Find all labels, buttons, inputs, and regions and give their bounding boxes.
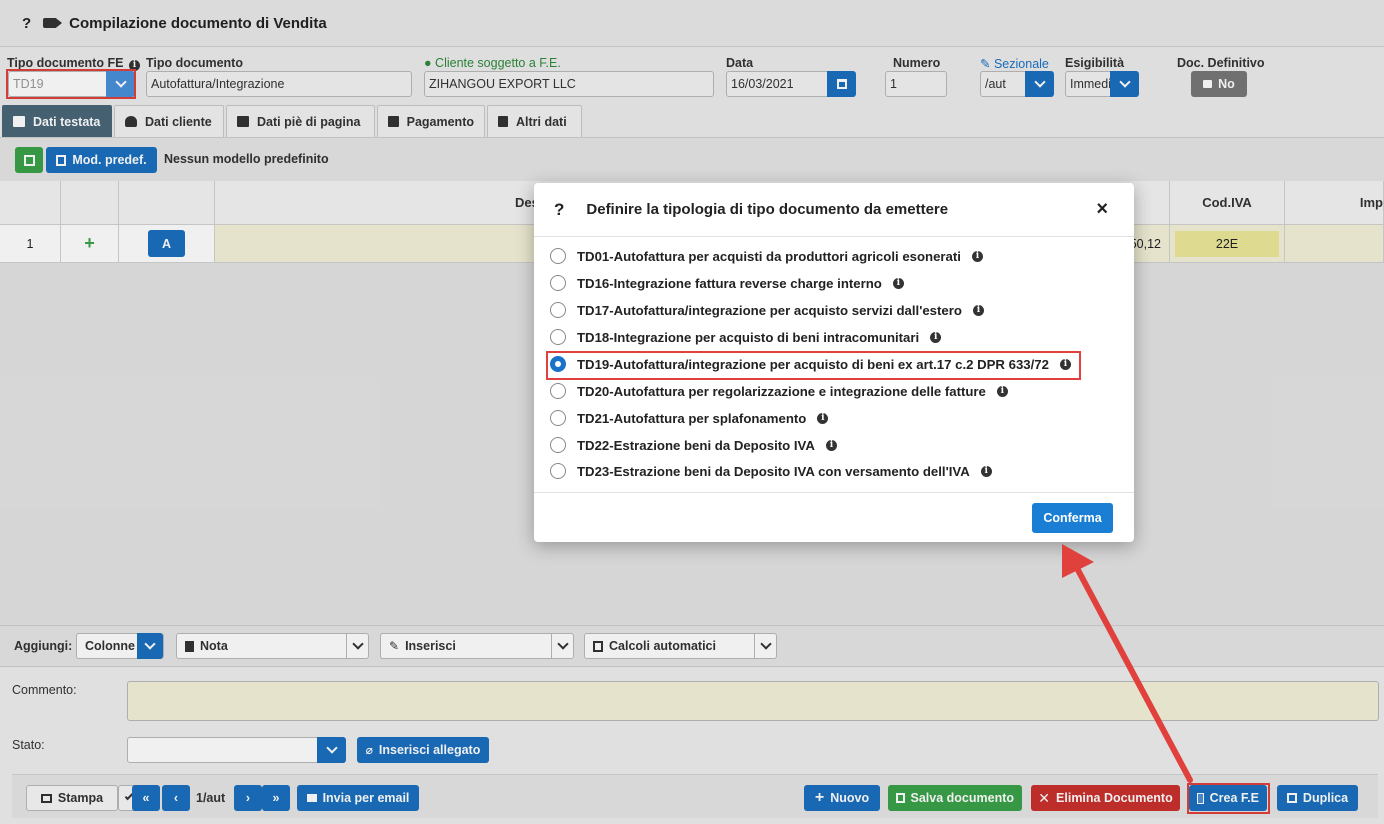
arrow-shaft [1075, 567, 1193, 783]
annotation-arrow [1062, 544, 1193, 783]
